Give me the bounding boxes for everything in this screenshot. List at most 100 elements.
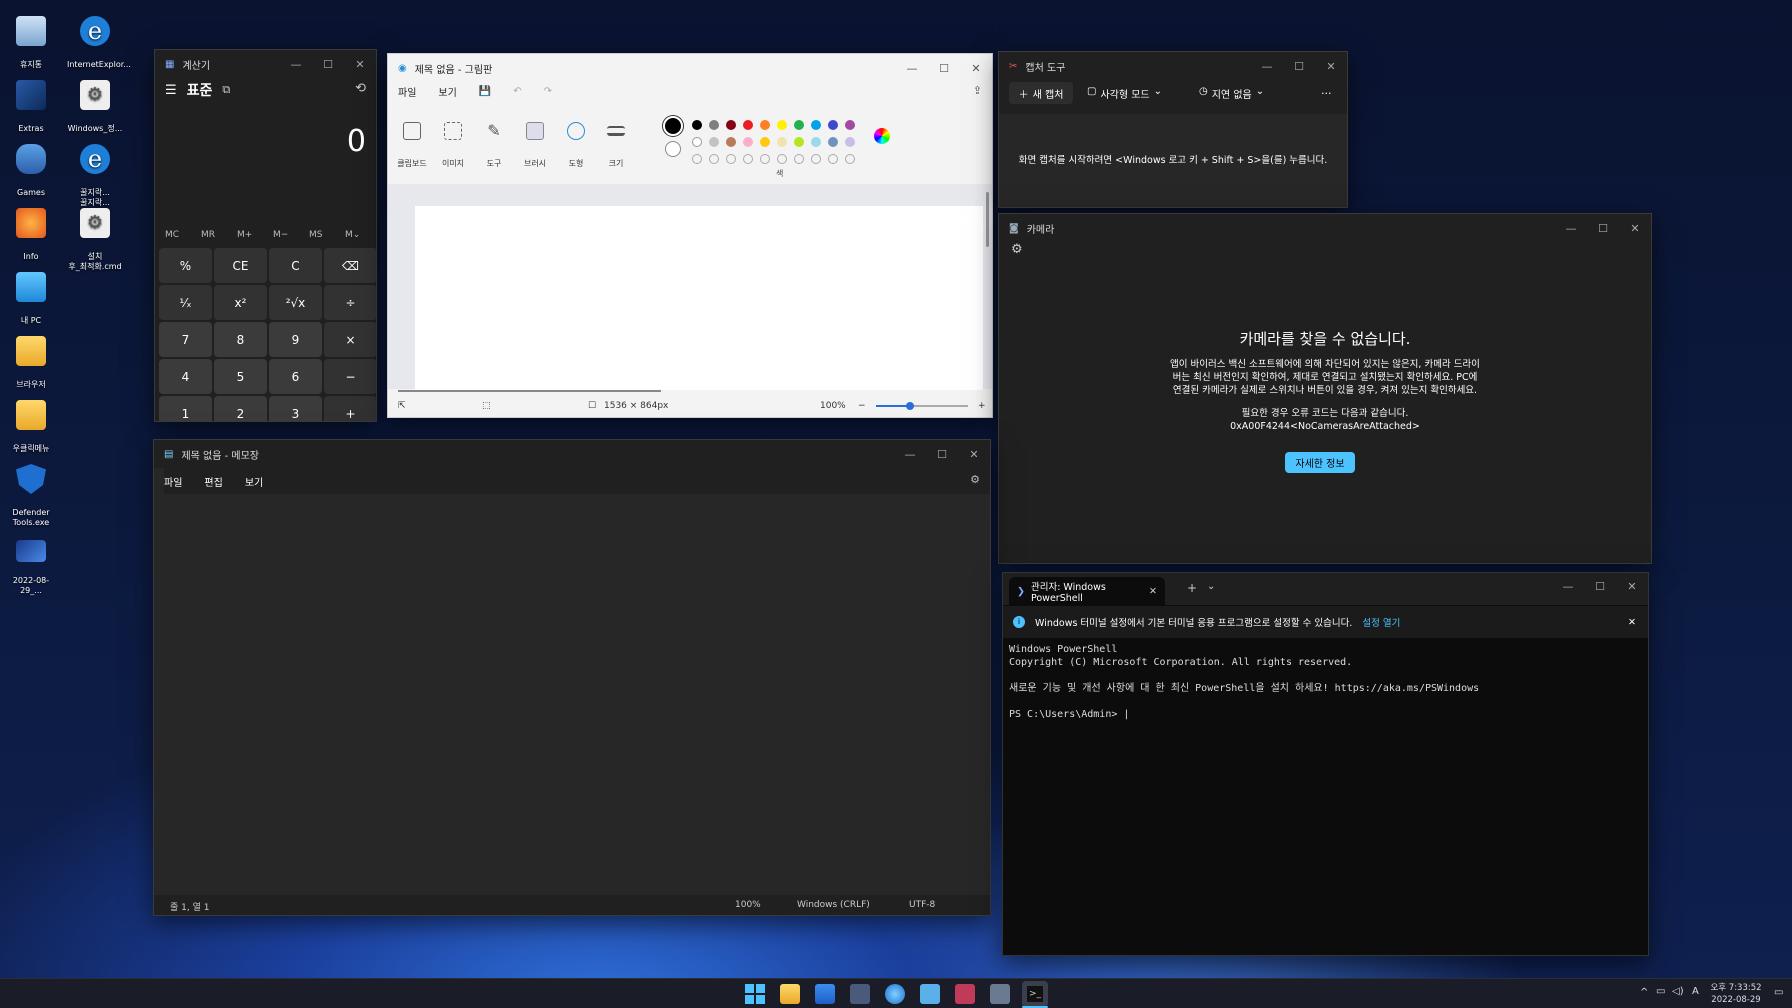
- palette-swatch[interactable]: [811, 120, 821, 130]
- color-picker-icon[interactable]: [874, 128, 890, 144]
- custom-color-slot[interactable]: [726, 154, 736, 164]
- palette-swatch[interactable]: [743, 137, 753, 147]
- desktop-icon-recycle-bin[interactable]: 휴지통: [3, 6, 59, 80]
- calc-key[interactable]: ²√x: [269, 285, 322, 320]
- maximize-icon[interactable]: ☐: [312, 58, 344, 71]
- calc-key[interactable]: 1: [159, 396, 212, 421]
- close-icon[interactable]: ✕: [1616, 580, 1648, 593]
- desktop-icon-screenshot[interactable]: 2022-08-29_...: [3, 530, 59, 606]
- more-options-icon[interactable]: ...: [1321, 84, 1332, 97]
- palette-swatch[interactable]: [794, 137, 804, 147]
- file-explorer-icon[interactable]: [780, 984, 800, 1004]
- save-icon[interactable]: 💾: [479, 86, 491, 97]
- maximize-icon[interactable]: ☐: [926, 448, 958, 461]
- palette-swatch[interactable]: [726, 137, 736, 147]
- calc-key[interactable]: ¹⁄ₓ: [159, 285, 212, 320]
- calculator-icon[interactable]: [850, 984, 870, 1004]
- custom-color-slot[interactable]: [709, 154, 719, 164]
- palette-swatch[interactable]: [692, 137, 702, 147]
- minimize-icon[interactable]: —: [894, 448, 926, 461]
- zoom-out-icon[interactable]: −: [858, 401, 866, 411]
- open-settings-link[interactable]: 설정 열기: [1362, 615, 1400, 629]
- tool-size[interactable]: 크기: [598, 122, 634, 169]
- keep-on-top-icon[interactable]: ⧉: [222, 83, 230, 97]
- menu-file[interactable]: 파일: [164, 474, 182, 489]
- maximize-icon[interactable]: ☐: [1587, 222, 1619, 235]
- vertical-scrollbar[interactable]: [986, 192, 989, 247]
- share-icon[interactable]: ⇪: [973, 84, 982, 97]
- palette-swatch[interactable]: [794, 120, 804, 130]
- zoom-in-icon[interactable]: +: [978, 401, 986, 411]
- calc-key[interactable]: +: [324, 396, 376, 421]
- calc-key[interactable]: x²: [214, 285, 267, 320]
- menu-view[interactable]: 보기: [438, 84, 456, 99]
- history-icon[interactable]: ⟲: [355, 81, 366, 96]
- calc-key[interactable]: 7: [159, 322, 212, 357]
- custom-color-slot[interactable]: [692, 154, 702, 164]
- minimize-icon[interactable]: —: [1552, 580, 1584, 593]
- palette-swatch[interactable]: [726, 120, 736, 130]
- calc-key[interactable]: 2: [214, 396, 267, 421]
- palette-swatch[interactable]: [845, 137, 855, 147]
- palette-swatch[interactable]: [760, 137, 770, 147]
- notification-icon[interactable]: ▭: [1774, 987, 1783, 998]
- palette-swatch[interactable]: [743, 120, 753, 130]
- palette-swatch[interactable]: [709, 137, 719, 147]
- undo-icon[interactable]: ↶: [513, 86, 521, 97]
- calc-key[interactable]: 8: [214, 322, 267, 357]
- minimize-icon[interactable]: —: [1251, 60, 1283, 73]
- calc-key[interactable]: %: [159, 248, 212, 283]
- snip-mode-dropdown[interactable]: ▢ 사각형 모드 ⌄: [1087, 86, 1162, 101]
- custom-color-slot[interactable]: [743, 154, 753, 164]
- desktop-icon-windows-file[interactable]: ⚙ Windows_정...: [67, 70, 123, 144]
- tool-tools[interactable]: ✎ 도구: [476, 122, 512, 169]
- palette-swatch[interactable]: [828, 120, 838, 130]
- input-method-indicator[interactable]: A: [1692, 986, 1699, 997]
- palette-swatch[interactable]: [777, 120, 787, 130]
- close-icon[interactable]: ✕: [960, 62, 992, 75]
- store-icon[interactable]: [815, 984, 835, 1004]
- settings-gear-icon[interactable]: ⚙: [1011, 242, 1023, 257]
- maximize-icon[interactable]: ☐: [1584, 580, 1616, 593]
- new-snip-button[interactable]: ＋ 새 캡처: [1009, 82, 1073, 104]
- menu-edit[interactable]: 편집: [204, 474, 222, 489]
- palette-swatch[interactable]: [777, 137, 787, 147]
- palette-swatch[interactable]: [828, 137, 838, 147]
- palette-swatch[interactable]: [845, 120, 855, 130]
- hamburger-menu-icon[interactable]: ☰: [165, 83, 177, 98]
- camera-icon[interactable]: [990, 984, 1010, 1004]
- calc-key[interactable]: 3: [269, 396, 322, 421]
- terminal-icon[interactable]: >_: [1022, 981, 1048, 1007]
- maximize-icon[interactable]: ☐: [1283, 60, 1315, 73]
- tool-shapes[interactable]: 도형: [558, 122, 594, 169]
- memory-button[interactable]: MS: [309, 230, 322, 240]
- text-editor[interactable]: [154, 494, 990, 894]
- calc-key[interactable]: ÷: [324, 285, 376, 320]
- close-icon[interactable]: ✕: [958, 448, 990, 461]
- volume-icon[interactable]: ◁): [1672, 986, 1684, 997]
- desktop-icon-context-menu-folder[interactable]: 우클릭메뉴: [3, 390, 59, 464]
- drawing-canvas[interactable]: [415, 206, 983, 390]
- close-tab-icon[interactable]: ✕: [1149, 586, 1157, 597]
- close-banner-icon[interactable]: ✕: [1628, 617, 1636, 628]
- redo-icon[interactable]: ↷: [544, 86, 552, 97]
- palette-swatch[interactable]: [811, 137, 821, 147]
- clock[interactable]: 오후 7:33:52 2022-08-29: [1706, 982, 1766, 1006]
- minimize-icon[interactable]: —: [1555, 222, 1587, 235]
- terminal-output[interactable]: Windows PowerShell Copyright (C) Microsof…: [1009, 643, 1479, 721]
- desktop-icon-this-pc[interactable]: 내 PC: [3, 262, 59, 336]
- minimize-icon[interactable]: —: [280, 58, 312, 71]
- calc-key[interactable]: 5: [214, 359, 267, 394]
- custom-color-slot[interactable]: [845, 154, 855, 164]
- horizontal-scrollbar[interactable]: [398, 390, 661, 392]
- calc-key[interactable]: 6: [269, 359, 322, 394]
- tool-brushes[interactable]: 브러시: [517, 122, 553, 169]
- memory-button[interactable]: M+: [237, 230, 252, 240]
- tool-clipboard[interactable]: 클립보드: [394, 122, 430, 169]
- calc-key[interactable]: 9: [269, 322, 322, 357]
- memory-button[interactable]: M−: [273, 230, 288, 240]
- desktop-icon-defender-tools[interactable]: Defender Tools.exe: [3, 454, 59, 538]
- desktop-icon-browser-folder[interactable]: 브라우저: [3, 326, 59, 400]
- desktop-icon-extras[interactable]: Extras: [3, 70, 59, 144]
- close-icon[interactable]: ✕: [344, 58, 376, 71]
